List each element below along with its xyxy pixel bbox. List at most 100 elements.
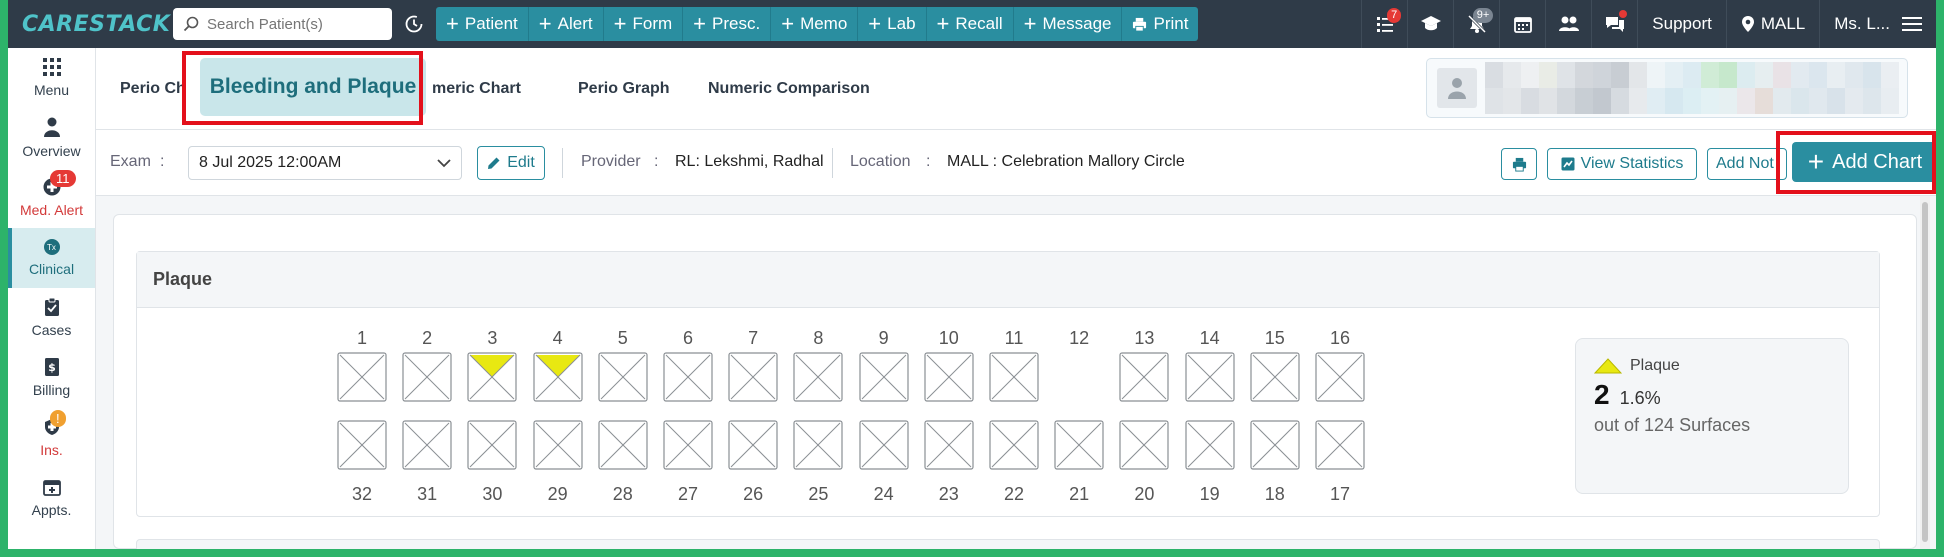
hamburger-icon (1902, 17, 1922, 31)
add-alert-button[interactable]: + Alert (529, 7, 604, 41)
team-button[interactable] (1545, 0, 1591, 48)
add-note-button[interactable]: Add Not (1707, 148, 1787, 180)
nav-cases[interactable]: Cases (8, 288, 95, 348)
search-input[interactable] (207, 15, 387, 33)
tooth-5[interactable] (598, 352, 648, 402)
tab-numeric-comparison[interactable]: Numeric Comparison (708, 80, 870, 98)
tooth-24[interactable] (858, 420, 909, 470)
divider (562, 148, 563, 178)
insurance-badge: ! (50, 410, 66, 427)
exam-colon: : (160, 153, 165, 170)
plaque-title: Plaque (137, 252, 1879, 308)
learning-button[interactable] (1407, 0, 1453, 48)
messages-button[interactable] (1591, 0, 1637, 48)
plaque-count: 2 (1594, 379, 1610, 410)
provider-value: RL: Lekshmi, Radhal (675, 153, 824, 170)
tooth-20[interactable] (1119, 420, 1169, 470)
tooth-1[interactable] (337, 352, 387, 402)
exam-date-select[interactable]: 8 Jul 2025 12:00AM (188, 146, 462, 180)
plus-icon: + (613, 11, 627, 36)
patient-search[interactable] (173, 8, 392, 40)
add-form-button[interactable]: + Form (604, 7, 684, 41)
add-chart-button[interactable]: + Add Chart (1792, 142, 1936, 182)
location-selector[interactable]: MALL (1725, 0, 1819, 48)
tooth-32[interactable] (337, 420, 387, 470)
nav-overview[interactable]: Overview (8, 108, 95, 168)
tab-perio-graph[interactable]: Perio Graph (578, 80, 670, 98)
tooth-30[interactable] (467, 420, 517, 470)
calendar-button[interactable] (1499, 0, 1545, 48)
tooth-15[interactable] (1250, 352, 1300, 402)
nav-menu[interactable]: Menu (8, 48, 95, 108)
edit-exam-button[interactable]: Edit (477, 146, 545, 180)
patient-card[interactable] (1426, 58, 1908, 118)
users-icon (1558, 16, 1579, 31)
tooth-27[interactable] (663, 420, 713, 470)
tooth-26[interactable] (728, 420, 778, 470)
tab-numeric-chart[interactable]: meric Chart (432, 80, 521, 98)
plus-icon: + (936, 11, 950, 36)
tooth-10[interactable] (924, 352, 974, 402)
person-icon (43, 117, 60, 137)
lower-tooth-number: 22 (1003, 484, 1025, 504)
nav-clinical[interactable]: Tx Clinical (8, 228, 95, 288)
tooth-13[interactable] (1119, 352, 1169, 402)
lower-tooth-number: 26 (743, 484, 764, 504)
tooth-23[interactable] (924, 420, 974, 470)
scrollbar[interactable] (1920, 196, 1930, 549)
clipboard-icon (44, 298, 59, 316)
scrollbar-thumb[interactable] (1922, 202, 1928, 542)
add-lab-button[interactable]: + Lab (858, 7, 927, 41)
nav-appointments[interactable]: Appts. (8, 468, 95, 528)
tooth-18[interactable] (1250, 420, 1300, 470)
user-menu[interactable]: Ms. L... (1819, 0, 1936, 48)
search-icon (183, 16, 199, 32)
history-icon (405, 15, 423, 33)
tooth-2[interactable] (402, 352, 452, 402)
lower-tooth-number: 30 (482, 484, 503, 504)
lower-tooth-number: 28 (612, 484, 633, 504)
notifications-button[interactable]: 9+ (1453, 0, 1499, 48)
tab-perio-chart[interactable]: Perio Ch (120, 80, 186, 98)
tooth-19[interactable] (1184, 420, 1235, 470)
support-link[interactable]: Support (1637, 0, 1726, 48)
tab-bleeding-and-plaque[interactable]: Bleeding and Plaque (200, 58, 426, 116)
graduation-cap-icon (1420, 16, 1441, 31)
tooth-6[interactable] (663, 352, 713, 402)
tooth-28[interactable] (598, 420, 648, 470)
add-memo-button[interactable]: + Memo (771, 7, 859, 41)
add-message-button[interactable]: + Message (1014, 7, 1123, 41)
nav-insurance[interactable]: ! Ins. (8, 408, 95, 468)
invoice-dollar-icon: $ (44, 358, 59, 376)
print-chart-button[interactable] (1501, 148, 1537, 180)
tooth-11[interactable] (989, 352, 1039, 402)
plaque-percent: 1.6% (1619, 388, 1661, 408)
view-statistics-button[interactable]: View Statistics (1547, 148, 1697, 180)
exam-label: Exam (110, 153, 151, 170)
tooth-29[interactable] (532, 420, 583, 470)
tooth-16[interactable] (1315, 352, 1365, 402)
tooth-8[interactable] (793, 352, 843, 402)
upper-tooth-number: 3 (487, 328, 498, 348)
history-button[interactable] (392, 14, 436, 34)
tooth-4[interactable] (532, 352, 583, 402)
upper-tooth-number: 4 (552, 328, 563, 348)
tooth-14[interactable] (1184, 352, 1235, 402)
tooth-7[interactable] (728, 352, 778, 402)
nav-billing[interactable]: $ Billing (8, 348, 95, 408)
add-patient-button[interactable]: + Patient (436, 7, 529, 41)
tooth-17[interactable] (1315, 420, 1365, 470)
lower-tooth-number: 21 (1069, 484, 1090, 504)
tooth-21[interactable] (1054, 420, 1104, 470)
tooth-3[interactable] (467, 352, 517, 402)
print-button[interactable]: Print (1122, 7, 1198, 41)
add-prescription-button[interactable]: + Presc. (683, 7, 772, 41)
add-recall-button[interactable]: + Recall (927, 7, 1014, 41)
tasks-button[interactable]: 7 (1361, 0, 1407, 48)
tooth-22[interactable] (989, 420, 1039, 470)
tooth-31[interactable] (402, 420, 452, 470)
nav-med-alert[interactable]: 11 Med. Alert (8, 168, 95, 228)
lower-tooth-number: 25 (808, 484, 829, 504)
tooth-25[interactable] (793, 420, 843, 470)
tooth-9[interactable] (858, 352, 909, 402)
